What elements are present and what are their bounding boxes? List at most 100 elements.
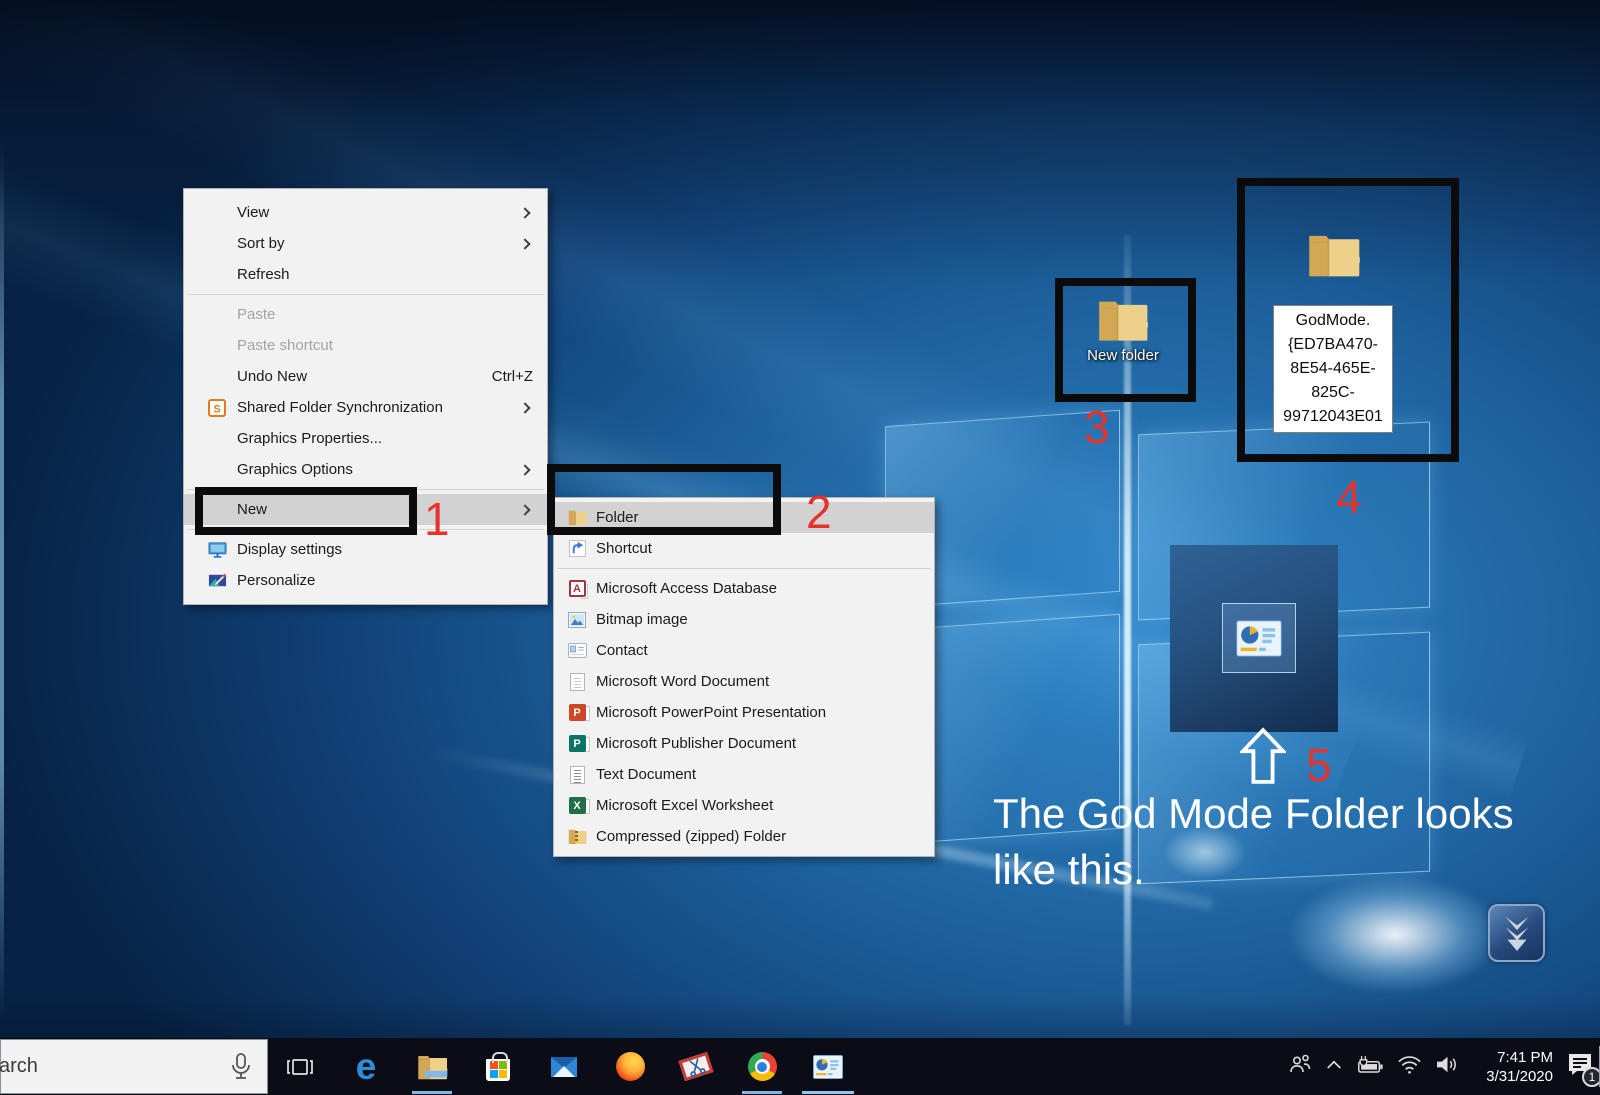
submenu-arrow-icon xyxy=(519,464,530,475)
menu-separator xyxy=(187,294,544,295)
search-text: arch xyxy=(0,1055,38,1078)
volume-icon[interactable] xyxy=(1435,1054,1460,1080)
submenu-arrow-icon xyxy=(519,238,530,249)
submenu-item-folder[interactable]: Folder xyxy=(554,502,934,533)
submenu-arrow-icon xyxy=(519,504,530,515)
task-view-button[interactable] xyxy=(267,1038,333,1095)
annotation-number-5: 5 xyxy=(1306,742,1332,788)
menu-item-new[interactable]: New xyxy=(184,494,547,525)
taskbar-clock[interactable]: 7:41 PM 3/31/2020 xyxy=(1473,1048,1553,1086)
menu-item-display-settings[interactable]: Display settings xyxy=(184,534,547,565)
caption-line2: like this. xyxy=(993,842,1593,898)
menu-item-graphics-properties[interactable]: Graphics Properties... xyxy=(184,423,547,454)
desktop-context-menu: View Sort by Refresh Paste Paste shortcu… xyxy=(183,188,548,605)
desktop-icon-godmode-folder[interactable] xyxy=(1307,232,1361,283)
taskbar-search-box[interactable]: arch xyxy=(0,1039,268,1094)
submenu-arrow-icon xyxy=(519,402,530,413)
menu-item-label: Shortcut xyxy=(596,540,652,557)
menu-item-label: New xyxy=(237,501,267,518)
submenu-item-access-database[interactable]: A Microsoft Access Database xyxy=(554,573,934,604)
godmode-rename-field[interactable]: GodMode. {ED7BA470- 8E54-465E- 825C- 997… xyxy=(1273,305,1393,433)
submenu-item-publisher-document[interactable]: P Microsoft Publisher Document xyxy=(554,728,934,759)
caption-line1: The God Mode Folder looks xyxy=(993,786,1593,842)
excel-icon: X xyxy=(566,797,588,814)
menu-item-label: Undo New xyxy=(237,368,307,385)
shortcut-icon xyxy=(566,540,588,557)
text-document-icon xyxy=(566,766,588,784)
godmode-name-line: 99712043E01 xyxy=(1275,405,1391,429)
submenu-item-excel-worksheet[interactable]: X Microsoft Excel Worksheet xyxy=(554,790,934,821)
menu-item-view[interactable]: View xyxy=(184,197,547,228)
microphone-icon[interactable] xyxy=(229,1052,253,1089)
godmode-name-line: 825C- xyxy=(1275,381,1391,405)
menu-item-label: Microsoft Publisher Document xyxy=(596,735,796,752)
submenu-item-word-document[interactable]: Microsoft Word Document xyxy=(554,666,934,697)
microsoft-store-icon[interactable] xyxy=(465,1038,531,1095)
annotation-number-3: 3 xyxy=(1084,404,1110,450)
menu-item-label: Bitmap image xyxy=(596,611,688,628)
firefox-icon[interactable] xyxy=(597,1038,663,1095)
display-settings-icon xyxy=(206,540,228,559)
edge-icon[interactable]: e xyxy=(333,1038,399,1095)
tray-chevron-up-icon[interactable] xyxy=(1325,1058,1343,1076)
folder-icon xyxy=(566,509,588,526)
menu-separator xyxy=(557,568,931,569)
menu-item-paste-shortcut: Paste shortcut xyxy=(184,330,547,361)
system-tray: 7:41 PM 3/31/2020 1 xyxy=(1288,1038,1594,1095)
shared-folder-sync-icon: S xyxy=(206,399,228,417)
menu-item-label: Contact xyxy=(596,642,648,659)
folder-icon xyxy=(1307,232,1361,278)
download-manager-icon[interactable] xyxy=(1488,904,1545,962)
notification-badge: 1 xyxy=(1582,1067,1600,1087)
godmode-name-line: {ED7BA470- xyxy=(1275,333,1391,357)
action-center-icon[interactable]: 1 xyxy=(1566,1051,1594,1082)
annotation-number-2: 2 xyxy=(806,489,832,535)
submenu-item-shortcut[interactable]: Shortcut xyxy=(554,533,934,564)
powerpoint-icon: P xyxy=(566,704,588,721)
mail-icon[interactable] xyxy=(531,1038,597,1095)
menu-item-label: Folder xyxy=(596,509,639,526)
submenu-item-powerpoint-presentation[interactable]: P Microsoft PowerPoint Presentation xyxy=(554,697,934,728)
menu-item-personalize[interactable]: Personalize xyxy=(184,565,547,596)
clock-time: 7:41 PM xyxy=(1473,1048,1553,1067)
wifi-icon[interactable] xyxy=(1397,1054,1422,1080)
caption-text: The God Mode Folder looks like this. xyxy=(993,786,1593,898)
menu-item-label: View xyxy=(237,204,269,221)
access-icon: A xyxy=(566,580,588,597)
folder-icon xyxy=(1097,298,1149,342)
menu-item-graphics-options[interactable]: Graphics Options xyxy=(184,454,547,485)
control-panel-taskbar-icon[interactable] xyxy=(795,1038,861,1095)
submenu-item-text-document[interactable]: Text Document xyxy=(554,759,934,790)
contact-icon xyxy=(566,643,588,658)
annotation-number-1: 1 xyxy=(424,496,450,542)
submenu-item-bitmap-image[interactable]: Bitmap image xyxy=(554,604,934,635)
taskbar-app-icons: e xyxy=(267,1038,861,1095)
submenu-item-contact[interactable]: Contact xyxy=(554,635,934,666)
chrome-icon[interactable] xyxy=(729,1038,795,1095)
battery-icon[interactable] xyxy=(1356,1054,1384,1080)
menu-separator xyxy=(187,529,544,530)
menu-item-refresh[interactable]: Refresh xyxy=(184,259,547,290)
snipping-tool-icon[interactable] xyxy=(663,1038,729,1095)
menu-item-sort-by[interactable]: Sort by xyxy=(184,228,547,259)
svg-text:S: S xyxy=(213,403,220,415)
word-document-icon xyxy=(566,673,588,691)
menu-item-label: Microsoft Access Database xyxy=(596,580,777,597)
menu-item-label: Shared Folder Synchronization xyxy=(237,399,443,416)
submenu-arrow-icon xyxy=(519,207,530,218)
desktop-icon-label: New folder xyxy=(1083,347,1163,364)
menu-item-shared-folder-synchronization[interactable]: S Shared Folder Synchronization xyxy=(184,392,547,423)
menu-item-label: Refresh xyxy=(237,266,290,283)
menu-item-label: Display settings xyxy=(237,541,342,558)
people-icon[interactable] xyxy=(1288,1053,1312,1080)
control-panel-icon xyxy=(1236,620,1282,657)
file-explorer-icon[interactable] xyxy=(399,1038,465,1095)
desktop-icon-new-folder[interactable]: New folder xyxy=(1083,298,1163,364)
zip-folder-icon xyxy=(566,828,588,845)
submenu-item-compressed-folder[interactable]: Compressed (zipped) Folder xyxy=(554,821,934,852)
godmode-selection-highlight[interactable] xyxy=(1222,603,1296,673)
menu-item-undo-new[interactable]: Undo New Ctrl+Z xyxy=(184,361,547,392)
menu-item-label: Compressed (zipped) Folder xyxy=(596,828,786,845)
clock-date: 3/31/2020 xyxy=(1473,1067,1553,1086)
menu-item-label: Personalize xyxy=(237,572,315,589)
